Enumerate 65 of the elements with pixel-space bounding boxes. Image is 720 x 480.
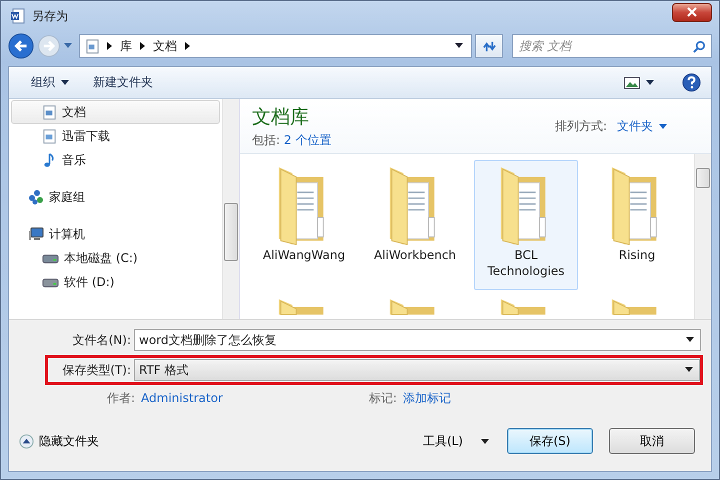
sidebar-item[interactable]: 软件 (D:) (11, 270, 220, 294)
file-type-label: 保存类型(T): (61, 362, 131, 378)
scrollbar[interactable] (222, 99, 239, 319)
scrollbar[interactable] (694, 154, 711, 319)
drive-icon (42, 276, 59, 288)
caret-icon (659, 124, 667, 128)
locations-link[interactable]: 2 个位置 (284, 132, 332, 146)
organize-menu-button[interactable]: 组织 (23, 71, 77, 94)
file-type-dropdown[interactable]: RTF 格式 (134, 359, 700, 381)
breadcrumb-arrow-icon[interactable] (140, 42, 145, 50)
sidebar-item[interactable]: 本地磁盘 (C:) (11, 246, 220, 270)
download-icon (42, 128, 57, 144)
new-folder-button[interactable]: 新建文件夹 (85, 71, 161, 94)
tags-label: 标记: (368, 390, 397, 406)
filename-label: 文件名(N): (72, 332, 131, 348)
dropdown-caret-icon[interactable] (686, 337, 694, 343)
collapse-up-icon (19, 434, 34, 448)
close-button[interactable] (672, 2, 712, 22)
search-field[interactable]: 搜索 文档 (512, 34, 712, 58)
arrange-dropdown[interactable]: 文件夹 (617, 118, 667, 134)
library-title: 文档库 (252, 104, 310, 130)
system-drive-icon (42, 252, 59, 264)
includes-label: 包括: (252, 132, 280, 146)
breadcrumb-item[interactable]: 库 (120, 38, 132, 54)
homegroup-icon (28, 189, 44, 205)
caret-icon (481, 438, 489, 444)
help-button[interactable] (680, 73, 703, 92)
hide-folders-button[interactable]: 隐藏文件夹 (19, 432, 99, 450)
add-tags-link[interactable]: 添加标记 (402, 390, 451, 406)
document-app-icon (10, 8, 26, 24)
folder-item[interactable]: BCL Technologies (474, 160, 578, 290)
window-title: 另存为 (32, 8, 68, 24)
address-bar[interactable]: 库 文档 (79, 34, 472, 58)
caret-icon (61, 80, 69, 85)
history-caret-icon[interactable] (64, 43, 72, 49)
folder-item[interactable]: AliWorkbench (363, 160, 467, 290)
breadcrumb-arrow-icon[interactable] (185, 42, 190, 50)
breadcrumb-arrow-icon[interactable] (107, 42, 112, 50)
breadcrumb-item[interactable]: 文档 (153, 38, 177, 54)
sidebar-item[interactable]: 文档 (11, 100, 220, 124)
picture-icon (624, 76, 640, 88)
save-button[interactable]: 保存(S) (507, 428, 593, 454)
dropdown-caret-icon[interactable] (455, 43, 463, 49)
cancel-button[interactable]: 取消 (609, 428, 695, 454)
filename-field[interactable]: word文档删除了怎么恢复 (134, 329, 701, 351)
author-label: 作者: (107, 390, 136, 406)
computer-icon (28, 226, 44, 242)
document-icon (42, 104, 57, 120)
folder-item[interactable]: AliWangWang (252, 160, 356, 290)
arrange-label: 排列方式: (554, 118, 607, 134)
sidebar-item[interactable]: 计算机 (11, 222, 220, 246)
back-button[interactable] (8, 33, 34, 59)
caret-icon (646, 80, 654, 85)
sidebar-item[interactable]: 家庭组 (11, 185, 220, 209)
close-icon (686, 7, 698, 17)
search-icon (693, 40, 706, 53)
sidebar-item[interactable]: 音乐 (11, 148, 220, 172)
tools-menu-button[interactable]: 工具(L) (422, 432, 489, 450)
folder-item[interactable]: Rising (585, 160, 689, 290)
help-icon (682, 73, 701, 92)
sidebar-item[interactable]: 迅雷下载 (11, 124, 220, 148)
dropdown-caret-icon[interactable] (685, 367, 693, 373)
document-icon (86, 38, 99, 54)
refresh-button[interactable] (475, 34, 503, 58)
author-link[interactable]: Administrator (141, 391, 223, 405)
